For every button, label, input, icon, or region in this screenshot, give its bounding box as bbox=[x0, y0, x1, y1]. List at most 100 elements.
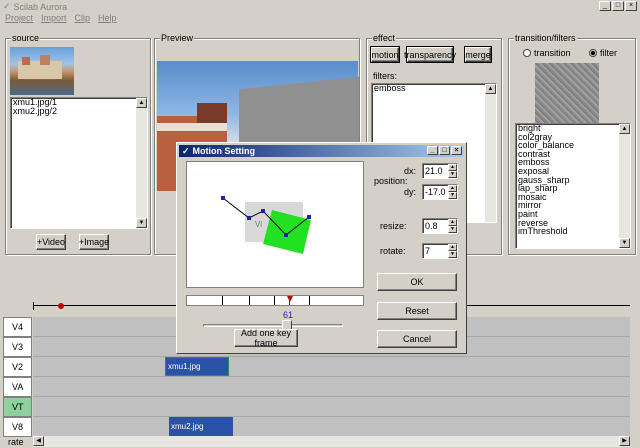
filter-radio[interactable]: filter bbox=[589, 48, 617, 58]
add-image-button[interactable]: +Image bbox=[79, 234, 109, 250]
rotate-decrement-icon[interactable]: ▼ bbox=[448, 251, 457, 258]
rotate-label: rotate: bbox=[380, 246, 406, 256]
canvas-label: Vi bbox=[255, 220, 262, 229]
app-title-bar: ✓ Scilab Aurora _ □ × bbox=[0, 0, 640, 13]
transition-radio[interactable]: transition bbox=[523, 48, 571, 58]
reset-button[interactable]: Reset bbox=[377, 302, 457, 320]
radio-unchecked-icon[interactable] bbox=[523, 49, 531, 57]
app-title: Scilab Aurora bbox=[13, 1, 68, 12]
list-item[interactable]: xmu2.jpg/2 bbox=[11, 106, 147, 116]
scroll-right-icon[interactable]: ▶ bbox=[619, 436, 630, 446]
transition-radio-label: transition bbox=[534, 48, 571, 58]
track-label-v3: V3 bbox=[3, 337, 32, 357]
keyframe-point[interactable] bbox=[307, 215, 311, 219]
dy-increment-icon[interactable]: ▲ bbox=[448, 185, 457, 192]
resize-increment-icon[interactable]: ▲ bbox=[448, 219, 457, 226]
playhead-marker-icon[interactable] bbox=[58, 303, 64, 309]
source-panel-title: source bbox=[11, 33, 41, 43]
rotate-value: 7 bbox=[425, 246, 431, 256]
scroll-up-icon[interactable]: ▲ bbox=[136, 98, 147, 108]
scroll-up-icon[interactable]: ▲ bbox=[485, 84, 496, 94]
close-button[interactable]: × bbox=[625, 1, 637, 11]
position-label: position: bbox=[374, 176, 408, 186]
track-v8[interactable]: xmu2.jpg bbox=[33, 417, 630, 437]
resize-label: resize: bbox=[380, 221, 407, 231]
source-list[interactable]: xmu1.jpg/1 xmu2.jpg/2 ▲ ▼ bbox=[10, 97, 148, 229]
filter-list-scrollbar[interactable]: ▲ ▼ bbox=[619, 124, 630, 248]
minimize-button[interactable]: _ bbox=[599, 1, 611, 11]
scroll-down-icon[interactable]: ▼ bbox=[136, 218, 147, 228]
track-label-v4: V4 bbox=[3, 317, 32, 337]
list-item[interactable]: imThreshold bbox=[516, 227, 630, 236]
dy-input[interactable]: -17.0 ▲ ▼ bbox=[422, 184, 458, 200]
dx-input[interactable]: 21.0 ▲ ▼ bbox=[422, 163, 458, 179]
keyframe-strip[interactable] bbox=[186, 295, 364, 306]
track-label-vt: VT bbox=[3, 397, 32, 417]
source-thumbnail[interactable] bbox=[10, 47, 74, 95]
dialog-maximize-button[interactable]: □ bbox=[439, 146, 450, 155]
source-panel: source xmu1.jpg/1 xmu2.jpg/2 ▲ ▼ +Video … bbox=[5, 33, 151, 255]
dialog-minimize-button[interactable]: _ bbox=[427, 146, 438, 155]
keyframe-point[interactable] bbox=[284, 233, 288, 237]
dx-value: 21.0 bbox=[425, 166, 443, 176]
dialog-icon: ✓ bbox=[182, 145, 190, 156]
menu-clip[interactable]: Clip bbox=[75, 13, 91, 25]
resize-input[interactable]: 0.8 ▲ ▼ bbox=[422, 218, 458, 234]
transparency-button[interactable]: transparency bbox=[404, 46, 456, 63]
menu-help[interactable]: Help bbox=[98, 13, 117, 25]
scroll-up-icon[interactable]: ▲ bbox=[619, 124, 630, 134]
dx-decrement-icon[interactable]: ▼ bbox=[448, 171, 457, 178]
dy-decrement-icon[interactable]: ▼ bbox=[448, 192, 457, 199]
timeline-scrollbar[interactable]: ◀ ▶ bbox=[33, 436, 630, 447]
keyframe-point[interactable] bbox=[261, 209, 265, 213]
dx-increment-icon[interactable]: ▲ bbox=[448, 164, 457, 171]
list-item[interactable]: emboss bbox=[372, 84, 496, 93]
track-v2[interactable]: xmu1.jpg bbox=[33, 357, 630, 377]
dialog-title: Motion Setting bbox=[192, 146, 256, 156]
menu-import[interactable]: Import bbox=[41, 13, 67, 25]
resize-value: 0.8 bbox=[425, 221, 438, 231]
ok-button[interactable]: OK bbox=[377, 273, 457, 291]
timeline-clip[interactable]: xmu1.jpg bbox=[165, 357, 229, 376]
resize-decrement-icon[interactable]: ▼ bbox=[448, 226, 457, 233]
rotate-input[interactable]: 7 ▲ ▼ bbox=[422, 243, 458, 259]
filter-radio-label: filter bbox=[600, 48, 618, 58]
dialog-close-button[interactable]: × bbox=[451, 146, 462, 155]
add-video-button[interactable]: +Video bbox=[36, 234, 66, 250]
dx-label: dx: bbox=[404, 166, 417, 176]
track-label-v8: V8 bbox=[3, 417, 32, 437]
motion-canvas[interactable]: Vi bbox=[186, 161, 364, 288]
radio-checked-icon[interactable] bbox=[589, 49, 597, 57]
filter-list[interactable]: bright col2gray color_balance contrast e… bbox=[515, 123, 631, 249]
dy-label: dy: bbox=[404, 187, 417, 197]
motion-path-svg bbox=[221, 196, 311, 254]
menu-project[interactable]: Project bbox=[5, 13, 33, 25]
track-label-v2: V2 bbox=[3, 357, 32, 377]
track-va[interactable] bbox=[33, 377, 630, 397]
effect-panel-title: effect bbox=[372, 33, 396, 43]
add-key-frame-button[interactable]: Add one key frame bbox=[234, 328, 298, 348]
filters-label: filters: bbox=[373, 71, 398, 81]
dialog-title-bar[interactable]: ✓ Motion Setting _ □ × bbox=[179, 145, 464, 157]
source-list-scrollbar[interactable]: ▲ ▼ bbox=[136, 98, 147, 228]
motion-setting-dialog: ✓ Motion Setting _ □ × Vi 61 Add one key… bbox=[176, 142, 467, 354]
track-label-va: VA bbox=[3, 377, 32, 397]
slider-value: 61 bbox=[283, 310, 294, 320]
cancel-button[interactable]: Cancel bbox=[377, 330, 457, 348]
rotate-increment-icon[interactable]: ▲ bbox=[448, 244, 457, 251]
scroll-down-icon[interactable]: ▼ bbox=[619, 238, 630, 248]
scroll-left-icon[interactable]: ◀ bbox=[33, 436, 44, 446]
app-icon: ✓ bbox=[3, 1, 11, 11]
maximize-button[interactable]: □ bbox=[612, 1, 624, 11]
merge-button[interactable]: merge bbox=[464, 46, 492, 63]
transition-panel: transition/filters transition filter bri… bbox=[508, 33, 636, 255]
timeline-clip[interactable]: xmu2.jpg bbox=[169, 417, 233, 436]
rate-label: rate bbox=[8, 437, 24, 447]
preview-panel-title: Preview bbox=[160, 33, 195, 43]
motion-button[interactable]: motion bbox=[370, 46, 400, 63]
dy-value: -17.0 bbox=[425, 187, 446, 197]
filters-list-scrollbar[interactable]: ▲ bbox=[485, 84, 496, 222]
track-vt[interactable] bbox=[33, 397, 630, 417]
keyframe-point[interactable] bbox=[221, 196, 225, 200]
keyframe-point[interactable] bbox=[247, 216, 251, 220]
